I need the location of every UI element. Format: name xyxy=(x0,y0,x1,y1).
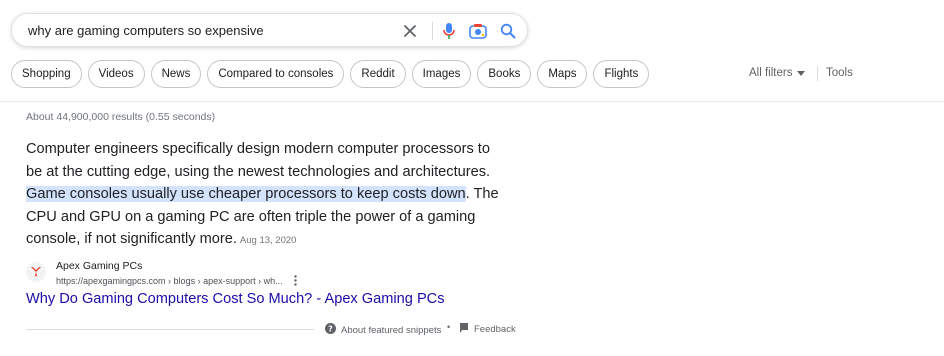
chip-compared-to-consoles[interactable]: Compared to consoles xyxy=(207,60,345,88)
search-icon[interactable] xyxy=(498,21,518,41)
caret-down-icon xyxy=(797,67,806,79)
clear-icon[interactable] xyxy=(400,21,420,41)
search-bar xyxy=(11,13,528,47)
apex-logo-icon[interactable] xyxy=(26,262,46,282)
tools-button[interactable]: Tools xyxy=(826,67,853,79)
svg-text:?: ? xyxy=(328,325,333,334)
feedback-button[interactable]: Feedback xyxy=(459,323,516,336)
feedback-label: Feedback xyxy=(474,324,516,335)
footer-separator: • xyxy=(447,322,451,332)
about-featured-snippets-label: About featured snippets xyxy=(341,324,442,336)
chip-shopping[interactable]: Shopping xyxy=(11,60,82,88)
feedback-flag-icon xyxy=(459,323,469,336)
all-filters-button[interactable]: All filters xyxy=(749,67,806,79)
help-circle-icon: ? xyxy=(325,323,336,337)
about-featured-snippets-button[interactable]: ? About featured snippets xyxy=(325,323,441,337)
snippet-footer-divider xyxy=(26,329,314,330)
featured-snippet-text: Computer engineers specifically design m… xyxy=(26,138,506,253)
snippet-highlight: Game consoles usually use cheaper proces… xyxy=(26,186,466,203)
more-options-icon[interactable] xyxy=(290,273,300,287)
microphone-icon[interactable] xyxy=(439,21,459,41)
chip-reddit[interactable]: Reddit xyxy=(350,60,406,88)
chip-flights[interactable]: Flights xyxy=(593,60,650,88)
search-filter-chips: Shopping Videos News Compared to console… xyxy=(11,60,650,88)
source-site-name[interactable]: Apex Gaming PCs xyxy=(56,260,142,272)
chip-videos[interactable]: Videos xyxy=(87,60,145,88)
snippet-text-before: Computer engineers specifically design m… xyxy=(26,141,491,180)
chip-images[interactable]: Images xyxy=(411,60,472,88)
chip-books[interactable]: Books xyxy=(477,60,532,88)
chip-maps[interactable]: Maps xyxy=(537,60,588,88)
chip-news[interactable]: News xyxy=(150,60,202,88)
camera-lens-icon[interactable] xyxy=(468,21,488,41)
source-url-breadcrumb[interactable]: https://apexgamingpcs.com › blogs › apex… xyxy=(56,276,283,286)
search-input[interactable] xyxy=(28,20,388,40)
header-divider xyxy=(0,101,944,102)
snippet-date: Aug 13, 2020 xyxy=(239,235,297,247)
result-title-link[interactable]: Why Do Gaming Computers Cost So Much? - … xyxy=(26,291,445,307)
all-filters-label: All filters xyxy=(749,67,793,79)
search-divider xyxy=(432,22,433,40)
result-stats: About 44,900,000 results (0.55 seconds) xyxy=(26,111,216,123)
tools-separator xyxy=(817,66,818,81)
